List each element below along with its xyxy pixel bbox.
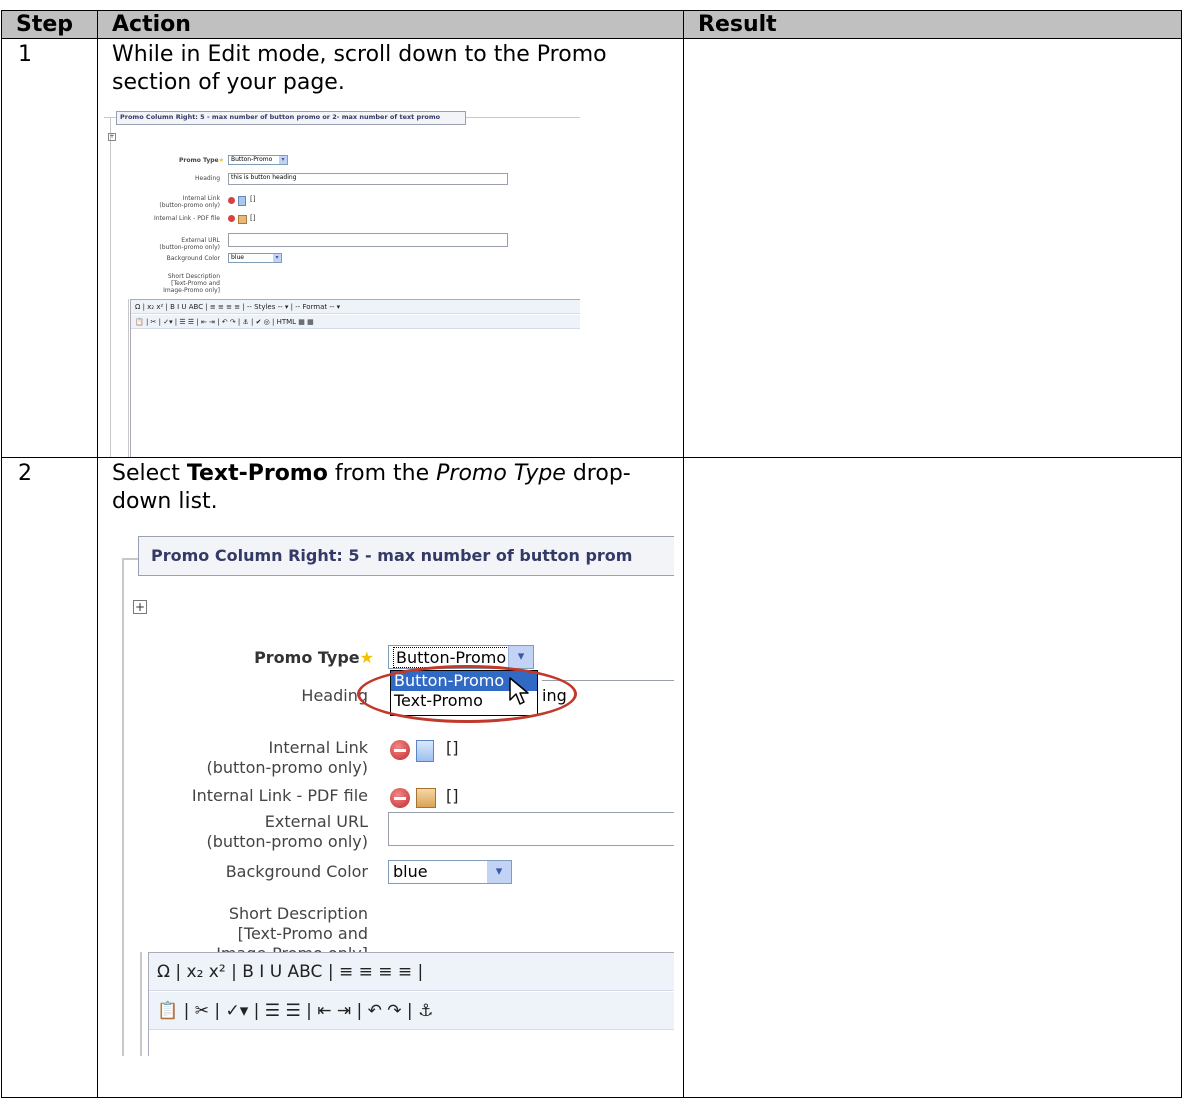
expand-icon[interactable]: + xyxy=(108,133,116,141)
remove-pdf-icon[interactable] xyxy=(228,215,235,222)
link-brackets: [] xyxy=(250,195,256,203)
external-url-label: External URL (button-promo only) xyxy=(159,237,220,251)
result-cell xyxy=(683,38,1182,458)
external-url-input[interactable] xyxy=(388,812,674,846)
rich-text-editor[interactable]: Ω | x₂ x² | B I U ABC | ≡ ≡ ≡ ≡ | -- Sty… xyxy=(130,299,580,457)
table-row: 2 Select Text-Promo from the Promo Type … xyxy=(1,457,1182,1098)
short-description-label: Short Description[Text-Promo andImage-Pr… xyxy=(163,273,220,294)
screenshot-promo-dropdown: Promo Column Right: 5 - max number of bu… xyxy=(104,524,674,1056)
bg-color-select[interactable]: blue ▾ xyxy=(388,860,512,884)
italic-text: Promo Type xyxy=(436,461,566,486)
frame-line xyxy=(128,299,129,457)
required-star-icon: ★ xyxy=(359,648,374,667)
step-number: 1 xyxy=(18,42,32,67)
chevron-down-icon: ▾ xyxy=(487,861,511,883)
document-icon[interactable] xyxy=(416,740,434,762)
table-row: 1 While in Edit mode, scroll down to the… xyxy=(1,38,1182,458)
editor-toolbar-row[interactable]: 📋 | ✂ | ✓▾ | ☰ ☰ | ⇤ ⇥ | ↶ ↷ | ⚓ | ✔ ◎ |… xyxy=(131,315,580,329)
bg-color-label: Background Color xyxy=(225,862,368,881)
frame-line xyxy=(140,952,142,1056)
pdf-brackets: [] xyxy=(446,786,459,805)
rich-text-editor[interactable]: Ω | x₂ x² | B I U ABC | ≡ ≡ ≡ ≡ | 📋 | ✂ … xyxy=(148,952,674,1056)
heading-input[interactable]: this is button heading xyxy=(228,173,508,185)
action-cell: While in Edit mode, scroll down to the P… xyxy=(97,38,684,458)
editor-toolbar-row[interactable]: Ω | x₂ x² | B I U ABC | ≡ ≡ ≡ ≡ | xyxy=(149,953,674,991)
internal-link-label: Internal Link (button-promo only) xyxy=(159,195,220,209)
external-url-label: External URL (button-promo only) xyxy=(206,812,368,851)
link-brackets: [] xyxy=(446,738,459,757)
chevron-down-icon: ▾ xyxy=(273,254,281,262)
chevron-down-icon: ▾ xyxy=(279,156,287,164)
promo-type-label: Promo Type★ xyxy=(254,648,374,667)
header-step: Step xyxy=(1,10,98,39)
editor-toolbar-row[interactable]: Ω | x₂ x² | B I U ABC | ≡ ≡ ≡ ≡ | -- Sty… xyxy=(131,300,580,314)
external-url-input[interactable] xyxy=(228,233,508,247)
action-text: While in Edit mode, scroll down to the P… xyxy=(112,42,607,95)
pdf-link-label: Internal Link - PDF file xyxy=(153,215,220,222)
chevron-down-icon: ▾ xyxy=(508,646,533,668)
frame-line xyxy=(110,117,111,457)
panel-header: Promo Column Right: 5 - max number of bu… xyxy=(116,111,466,125)
highlight-oval xyxy=(357,665,577,723)
action-cell: Select Text-Promo from the Promo Type dr… xyxy=(97,457,684,1098)
instruction-table: Step Action Result 1 While in Edit mode,… xyxy=(1,10,1182,1098)
heading-label: Heading xyxy=(301,686,368,705)
expand-icon[interactable]: + xyxy=(133,600,147,614)
remove-link-icon[interactable] xyxy=(228,197,235,204)
editor-toolbar-row[interactable]: 📋 | ✂ | ✓▾ | ☰ ☰ | ⇤ ⇥ | ↶ ↷ | ⚓ xyxy=(149,992,674,1030)
result-cell xyxy=(683,457,1182,1098)
heading-label: Heading xyxy=(195,175,220,182)
required-star-icon: ★ xyxy=(218,157,224,164)
panel-header: Promo Column Right: 5 - max number of bu… xyxy=(138,536,674,576)
document-icon[interactable] xyxy=(238,196,246,206)
remove-pdf-icon[interactable] xyxy=(390,788,410,808)
internal-link-label: Internal Link (button-promo only) xyxy=(206,738,368,777)
action-text: Select Text-Promo from the Promo Type dr… xyxy=(112,461,631,514)
pdf-icon[interactable] xyxy=(416,788,436,808)
pdf-brackets: [] xyxy=(250,214,256,222)
emphasis-text: Text-Promo xyxy=(186,461,328,486)
bg-color-select[interactable]: blue ▾ xyxy=(228,253,282,263)
table-header-row: Step Action Result xyxy=(1,10,1182,39)
mouse-pointer-icon xyxy=(509,677,529,705)
step-cell: 2 xyxy=(1,457,98,1098)
promo-type-label: Promo Type★ xyxy=(179,157,224,164)
header-action: Action xyxy=(97,10,684,39)
screenshot-promo-section: Promo Column Right: 5 - max number of bu… xyxy=(104,103,580,457)
pdf-link-label: Internal Link - PDF file xyxy=(191,786,368,805)
header-result: Result xyxy=(683,10,1182,39)
remove-link-icon[interactable] xyxy=(390,740,410,760)
pdf-icon[interactable] xyxy=(238,215,247,224)
step-number: 2 xyxy=(18,461,32,486)
promo-type-select[interactable]: Button-Promo ▾ xyxy=(228,155,288,165)
frame-line xyxy=(122,558,124,1056)
step-cell: 1 xyxy=(1,38,98,458)
panel-title: Promo Column Right: 5 - max number of bu… xyxy=(151,546,633,565)
bg-color-label: Background Color xyxy=(166,255,220,262)
panel-title: Promo Column Right: 5 - max number of bu… xyxy=(120,113,441,121)
